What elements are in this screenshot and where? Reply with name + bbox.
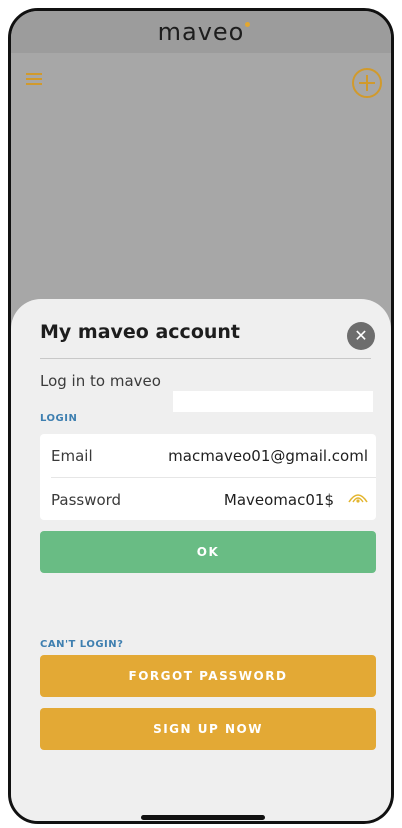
logo-dot (245, 22, 251, 27)
ok-button[interactable]: OK (40, 531, 376, 573)
ok-button-label: OK (196, 545, 220, 559)
account-sheet: My maveo account ✕ Log in to maveo LOGIN… (11, 299, 391, 821)
maveo-logo: maveo (157, 18, 251, 46)
close-button[interactable]: ✕ (347, 322, 375, 350)
email-field[interactable]: macmaveo01@gmail.coml (168, 447, 368, 465)
email-row[interactable]: Email macmaveo01@gmail.coml (51, 434, 376, 477)
password-row[interactable]: Password Maveomac01$ (51, 478, 376, 521)
signup-label: SIGN UP NOW (153, 722, 263, 736)
sheet-subtitle: Log in to maveo (40, 372, 161, 390)
signup-button[interactable]: SIGN UP NOW (40, 708, 376, 750)
home-indicator (141, 815, 265, 820)
password-field[interactable]: Maveomac01$ (224, 491, 334, 509)
cant-login-label: CAN'T LOGIN? (40, 639, 124, 650)
login-form-card: Email macmaveo01@gmail.coml Password Mav… (40, 434, 376, 520)
app-header: maveo (11, 11, 391, 53)
eye-icon[interactable] (348, 490, 368, 509)
login-section-label: LOGIN (40, 413, 78, 424)
close-icon: ✕ (354, 326, 368, 345)
email-label: Email (51, 446, 93, 465)
phone-frame: maveo My maveo account ✕ Log in to maveo… (8, 8, 394, 824)
blank-field (173, 391, 373, 412)
plus-circle-icon[interactable] (351, 67, 383, 99)
title-divider (40, 358, 371, 359)
logo-text: maveo (157, 18, 245, 46)
sheet-title: My maveo account (40, 321, 241, 343)
password-label: Password (51, 490, 122, 509)
hamburger-menu-icon[interactable] (26, 73, 42, 85)
forgot-password-button[interactable]: FORGOT PASSWORD (40, 655, 376, 697)
forgot-password-label: FORGOT PASSWORD (128, 669, 288, 683)
